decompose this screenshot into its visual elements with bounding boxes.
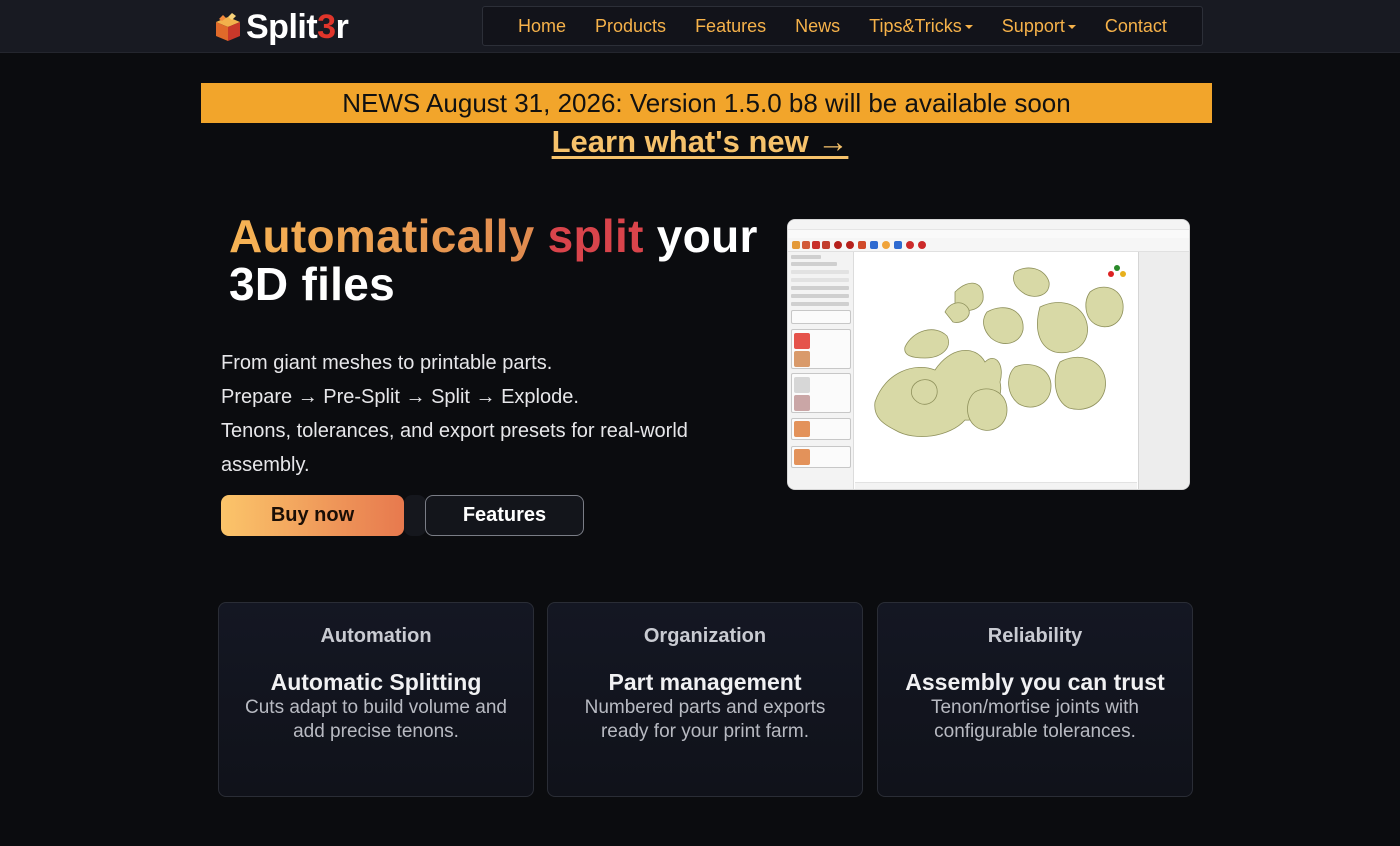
news-banner: NEWS August 31, 2026: Version 1.5.0 b8 w…: [201, 83, 1212, 123]
toolbar-icon: [870, 241, 878, 249]
card-category: Organization: [643, 625, 767, 647]
feature-card-reliability: Reliability Assembly you can trust Tenon…: [877, 602, 1193, 797]
nav-support[interactable]: Support: [1002, 16, 1076, 37]
app-right-panel: [1138, 252, 1189, 489]
logo-cube-icon: [216, 13, 240, 41]
features-button[interactable]: Features: [425, 495, 584, 536]
button-spacer: [404, 495, 426, 536]
nav-contact[interactable]: Contact: [1105, 16, 1167, 37]
card-description: Cuts adapt to build volume and add preci…: [245, 697, 507, 742]
app-screenshot: [787, 219, 1190, 490]
gear-icon: [834, 241, 842, 249]
toolbar-icon: [858, 241, 866, 249]
toolbar-icon: [918, 241, 926, 249]
gear-icon: [846, 241, 854, 249]
app-statusbar: [855, 482, 1137, 489]
toolbar-icon: [792, 241, 800, 249]
buy-now-button[interactable]: Buy now: [221, 495, 404, 536]
toolbar-icon: [822, 241, 830, 249]
card-title: Assembly you can trust: [905, 669, 1165, 695]
app-left-panel: [788, 252, 854, 489]
hero-lead-line-2: Prepare → Pre-Split → Split → Explode.: [221, 386, 579, 408]
chevron-down-icon: [964, 25, 973, 29]
feature-card-organization: Organization Part management Numbered pa…: [547, 602, 863, 797]
app-3d-viewport: [855, 252, 1137, 482]
app-toolbar: [788, 238, 1189, 252]
top-navbar: Split3r Home Products Features News Tips…: [0, 0, 1400, 53]
feature-card-automation: Automation Automatic Splitting Cuts adap…: [218, 602, 534, 797]
card-description: Numbered parts and exports ready for you…: [584, 697, 826, 742]
app-menubar: [788, 230, 1189, 238]
main-menu: Home Products Features News Tips&Tricks …: [482, 6, 1203, 46]
toolbar-icon: [812, 241, 820, 249]
toolbar-icon: [906, 241, 914, 249]
chevron-down-icon: [1067, 25, 1076, 29]
card-category: Reliability: [987, 625, 1083, 647]
card-title: Part management: [608, 669, 802, 695]
logo-wordmark: Split3r: [246, 8, 349, 46]
hero-title: Automatically split your 3D files: [229, 210, 758, 310]
nav-tips-tricks[interactable]: Tips&Tricks: [869, 16, 973, 37]
site-logo[interactable]: Split3r: [210, 8, 349, 46]
learn-whats-new-link[interactable]: Learn what's new →: [0, 124, 1400, 160]
app-titlebar: [788, 220, 1189, 230]
hero-lead-line-3: Tenons, tolerances, and export presets f…: [221, 420, 688, 476]
card-category: Automation: [320, 625, 432, 647]
card-title: Automatic Splitting: [270, 669, 482, 695]
nav-products[interactable]: Products: [595, 16, 666, 37]
nav-features[interactable]: Features: [695, 16, 766, 37]
hero-lead: From giant meshes to printable parts. Pr…: [221, 346, 741, 482]
exploded-model-illustration: [874, 265, 1126, 437]
toolbar-icon: [882, 241, 890, 249]
toolbar-icon: [894, 241, 902, 249]
card-description: Tenon/mortise joints with configurable t…: [930, 697, 1140, 742]
nav-news[interactable]: News: [795, 16, 840, 37]
toolbar-icon: [802, 241, 810, 249]
hero-lead-line-1: From giant meshes to printable parts.: [221, 352, 553, 374]
nav-home[interactable]: Home: [518, 16, 566, 37]
